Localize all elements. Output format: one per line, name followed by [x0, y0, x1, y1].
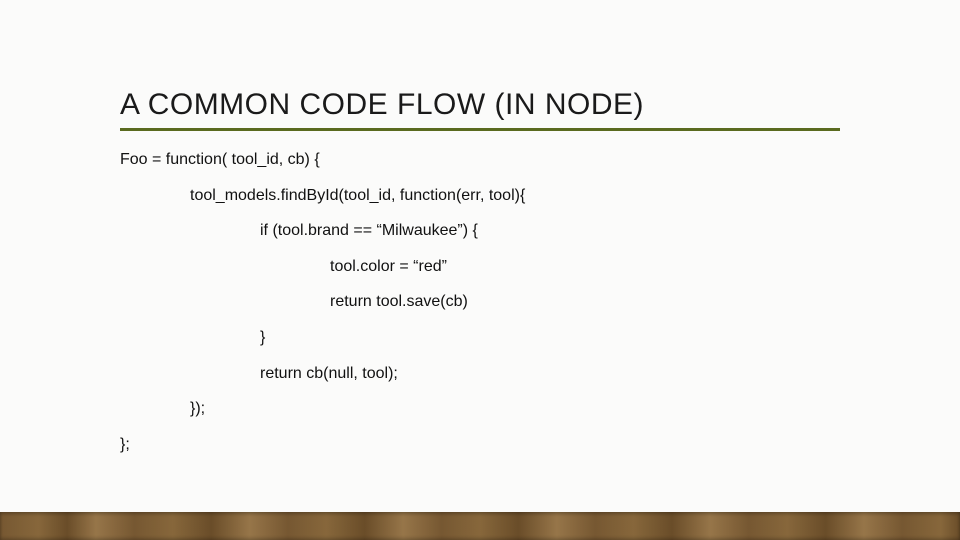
code-line: tool_models.findById(tool_id, function(e…: [120, 185, 840, 207]
slide-title: A COMMON CODE FLOW (IN NODE): [120, 88, 840, 131]
code-line: return tool.save(cb): [120, 291, 840, 313]
code-line: });: [120, 398, 840, 420]
code-line: };: [120, 434, 840, 456]
code-line: }: [120, 327, 840, 349]
wood-footer: [0, 512, 960, 540]
code-line: return cb(null, tool);: [120, 363, 840, 385]
code-line: tool.color = “red”: [120, 256, 840, 278]
code-block: Foo = function( tool_id, cb) { tool_mode…: [120, 149, 840, 455]
slide: A COMMON CODE FLOW (IN NODE) Foo = funct…: [0, 0, 960, 540]
code-line: Foo = function( tool_id, cb) {: [120, 149, 840, 171]
code-line: if (tool.brand == “Milwaukee”) {: [120, 220, 840, 242]
